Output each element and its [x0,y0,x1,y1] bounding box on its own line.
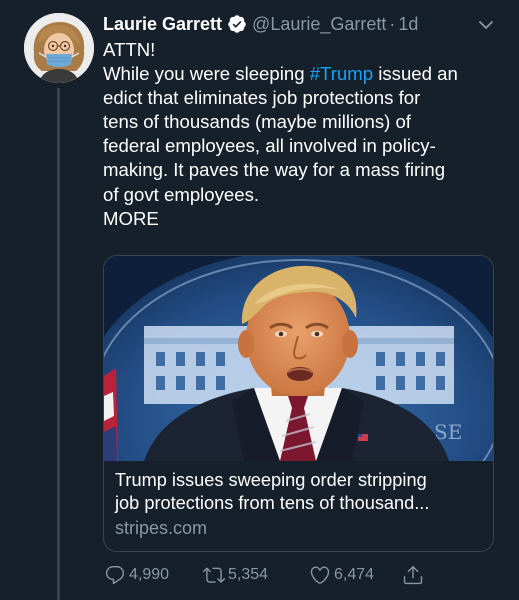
card-title: Trump issues sweeping order stripping jo… [115,469,482,515]
tweet-actions: 4,990 5,354 6,474 [104,562,504,588]
author-handle[interactable]: @Laurie_Garrett [252,12,386,36]
tweet-time[interactable]: 1d [398,12,418,36]
card-title-line: Trump issues sweeping order stripping [115,470,427,490]
tweet-text-line: making. It paves the way for a mass firi… [103,159,446,181]
heart-icon [310,566,330,584]
tweet-text-segment: issued an [373,63,458,85]
card-title-line: job protections from tens of thousand... [115,493,430,513]
separator-dot: · [389,14,396,34]
tweet[interactable]: Laurie Garrett @Laurie_Garrett · 1d ATTN… [0,0,519,600]
avatar[interactable] [24,13,94,83]
reply-button[interactable]: 4,990 [104,562,169,588]
tweet-text-line: of govt employees. [103,183,260,205]
tweet-text-line: MORE [103,207,159,229]
tweet-header: Laurie Garrett @Laurie_Garrett · 1d [103,10,498,38]
card-image: SE [104,256,493,461]
tweet-text: ATTN! While you were sleeping #Trump iss… [103,38,498,231]
tweet-text-segment: While you were sleeping [103,63,310,85]
reply-icon [105,566,125,585]
tweet-text-line: ATTN! [103,39,156,60]
retweet-button[interactable]: 5,354 [203,562,268,588]
share-icon [403,566,423,585]
card-body: Trump issues sweeping order stripping jo… [104,461,493,540]
retweet-count: 5,354 [228,566,269,583]
tweet-text-line: federal employees, all involved in polic… [103,135,436,157]
like-button[interactable]: 6,474 [309,562,374,588]
hashtag-link[interactable]: #Trump [310,63,373,84]
avatar-image [24,13,94,83]
verified-badge-icon [228,15,246,33]
tweet-text-line: edict that eliminates job protections fo… [103,87,421,109]
tweet-text-line: While you were sleeping #Trump issued an [103,62,498,86]
chevron-down-icon[interactable] [476,15,496,35]
like-count: 6,474 [334,566,375,583]
card-domain: stripes.com [115,518,208,538]
share-button[interactable] [402,562,427,588]
author-name[interactable]: Laurie Garrett [103,12,222,36]
thread-line [57,88,60,600]
link-card[interactable]: SE Trump issues sweeping order stripping… [103,255,494,552]
tweet-text-line: tens of thousands (maybe millions) of [103,111,411,133]
tweet-content: Laurie Garrett @Laurie_Garrett · 1d ATTN… [103,10,498,231]
retweet-icon [203,567,225,583]
reply-count: 4,990 [129,566,170,583]
